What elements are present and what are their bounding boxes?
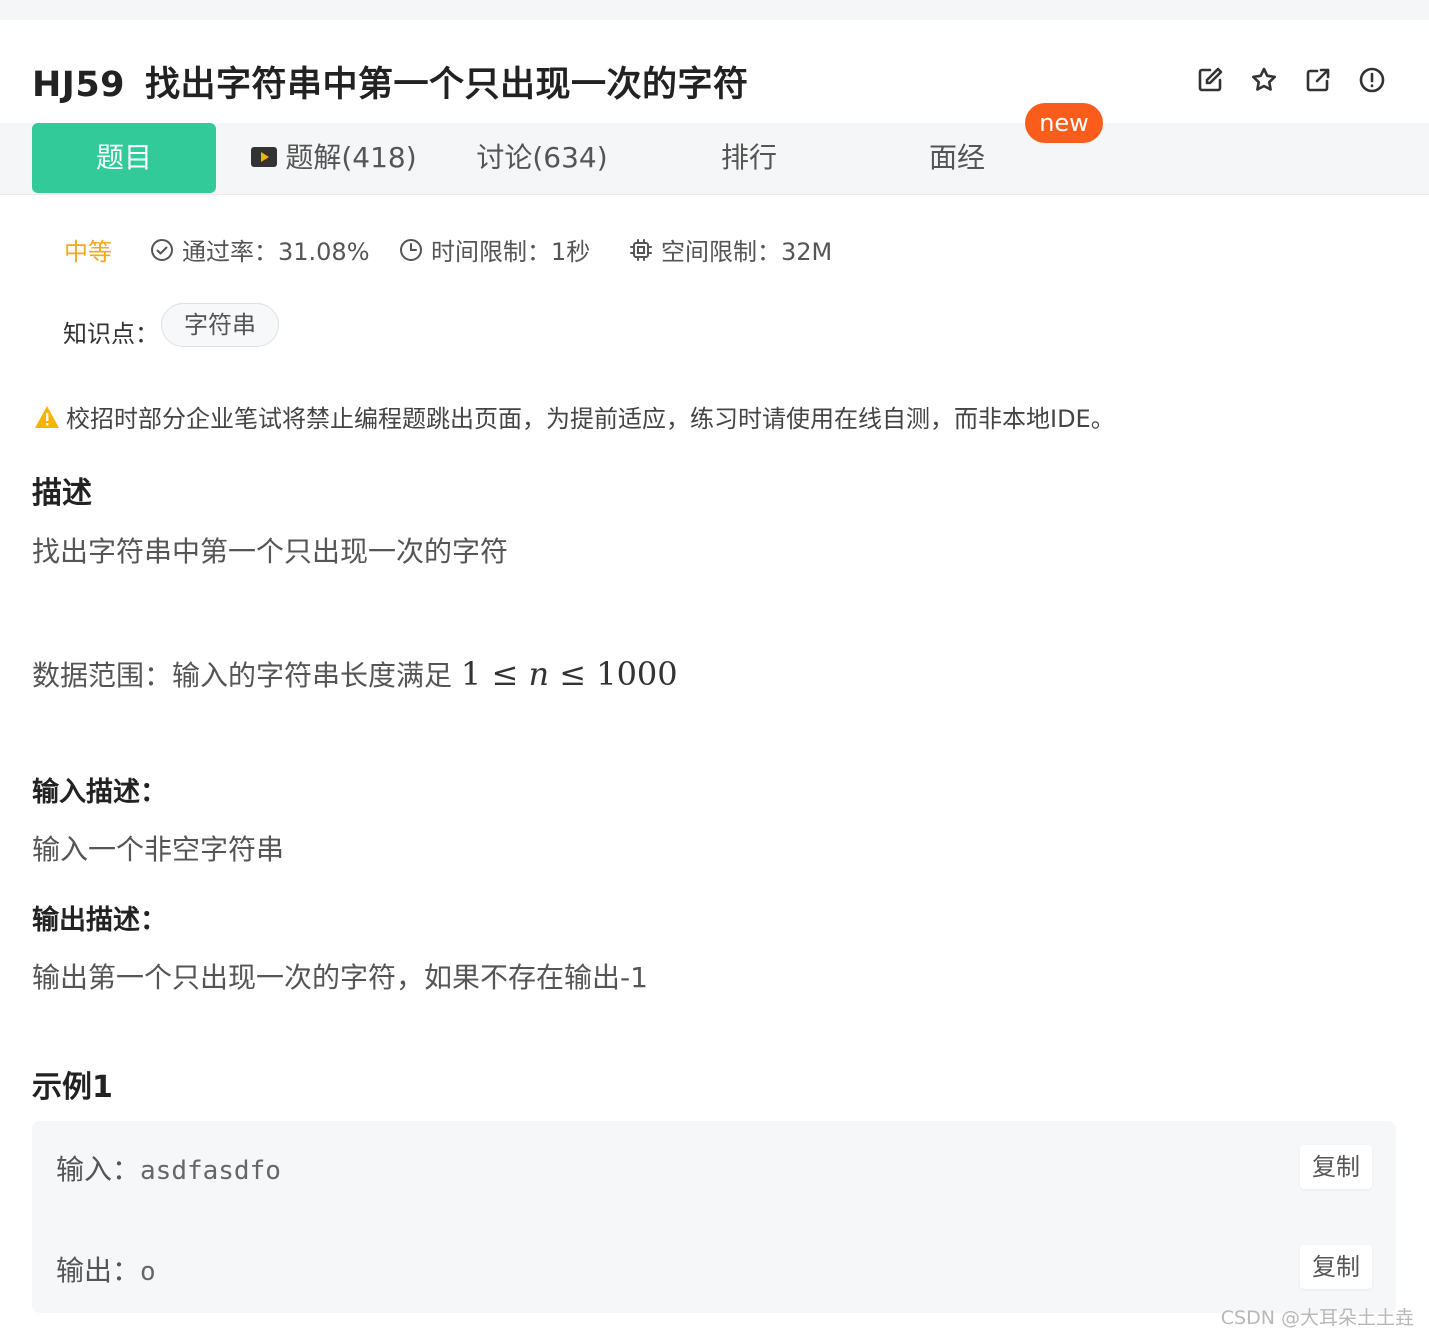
example-input-value: asdfasdfo: [140, 1156, 281, 1186]
math-n: n: [528, 655, 550, 693]
input-desc-text: 输入一个非空字符串: [32, 833, 285, 866]
share-button[interactable]: [1300, 62, 1336, 98]
favorite-button[interactable]: [1246, 62, 1282, 98]
clock-icon: [400, 239, 422, 261]
tab-discussion-label: 讨论(634): [476, 141, 608, 174]
chip-icon: [630, 239, 652, 261]
star-icon: [1252, 67, 1276, 91]
edit-icon: [1198, 67, 1223, 92]
watermark: CSDN @大耳朵土土垚: [1220, 1307, 1414, 1329]
edit-button[interactable]: [1192, 62, 1228, 98]
title-actions: [1192, 62, 1392, 98]
copy-input-button[interactable]: 复制: [1300, 1145, 1372, 1189]
math-le-2: ≤: [559, 655, 587, 693]
data-range: 数据范围：输入的字符串长度满足 1 ≤ n ≤ 1000: [32, 654, 678, 694]
new-badge: new: [1025, 103, 1103, 143]
output-desc-heading: 输出描述：: [32, 905, 167, 936]
warning-icon: [35, 406, 59, 428]
tab-ranking[interactable]: 排行: [700, 123, 798, 193]
problem-title: 找出字符串中第一个只出现一次的字符: [145, 65, 749, 105]
math-le-1: ≤: [491, 655, 519, 693]
example-box: 输入：asdfasdfo 复制 输出：o 复制: [32, 1121, 1396, 1313]
math-lower: 1: [460, 655, 482, 693]
problem-code: HJ59: [32, 65, 126, 105]
description-text: 找出字符串中第一个只出现一次的字符: [32, 535, 509, 568]
difficulty-label: 中等: [64, 238, 112, 266]
data-range-text: 数据范围：输入的字符串长度满足: [32, 659, 453, 692]
output-desc-text: 输出第一个只出现一次的字符，如果不存在输出-1: [32, 961, 648, 994]
example-output: 输出：o: [56, 1249, 156, 1289]
tab-solutions[interactable]: 题解(418): [244, 123, 424, 193]
data-range-math: 1 ≤ n ≤ 1000: [461, 655, 678, 693]
page-title: HJ59 找出字符串中第一个只出现一次的字符: [32, 56, 749, 107]
example-input-label: 输入：: [56, 1153, 141, 1186]
example-output-value: o: [140, 1257, 156, 1287]
tab-interview[interactable]: 面经: [908, 123, 1006, 193]
tab-ranking-label: 排行: [720, 141, 777, 174]
ide-warning: 校招时部分企业笔试将禁止编程题跳出页面，为提前适应，练习时请使用在线自测，而非本…: [34, 399, 1115, 434]
alert-circle-icon: [1359, 67, 1385, 93]
top-strip: [0, 0, 1429, 20]
tab-problem[interactable]: 题目: [32, 123, 216, 193]
tab-problem-label: 题目: [95, 141, 152, 174]
knowledge-label: 知识点：: [63, 320, 159, 348]
tab-discussion[interactable]: 讨论(634): [468, 123, 616, 193]
space-limit-text: 空间限制：32M: [661, 238, 833, 266]
tab-interview-label: 面经: [928, 141, 985, 174]
ide-warning-text: 校招时部分企业笔试将禁止编程题跳出页面，为提前适应，练习时请使用在线自测，而非本…: [66, 405, 1115, 433]
pass-rate-text: 通过率：31.08%: [182, 238, 370, 266]
input-desc-heading: 输入描述：: [32, 777, 167, 808]
example-output-label: 输出：: [56, 1254, 141, 1287]
example-heading: 示例1: [32, 1070, 113, 1105]
video-icon: [251, 147, 278, 167]
time-limit-text: 时间限制：1秒: [431, 238, 591, 266]
external-link-icon: [1306, 68, 1330, 92]
copy-output-button[interactable]: 复制: [1300, 1245, 1372, 1289]
tab-bar: 题目 题解(418) 讨论(634) 排行 面经: [0, 123, 1429, 195]
knowledge-tag-string[interactable]: 字符串: [161, 303, 279, 347]
example-input: 输入：asdfasdfo: [56, 1148, 281, 1188]
check-circle-icon: [151, 239, 173, 261]
pass-rate: 通过率：31.08%: [150, 232, 370, 267]
description-heading: 描述: [32, 476, 92, 511]
time-limit: 时间限制：1秒: [399, 232, 590, 267]
tab-solutions-label: 题解(418): [285, 141, 417, 174]
report-button[interactable]: [1354, 62, 1390, 98]
math-upper: 1000: [596, 655, 678, 693]
space-limit: 空间限制：32M: [629, 232, 832, 267]
